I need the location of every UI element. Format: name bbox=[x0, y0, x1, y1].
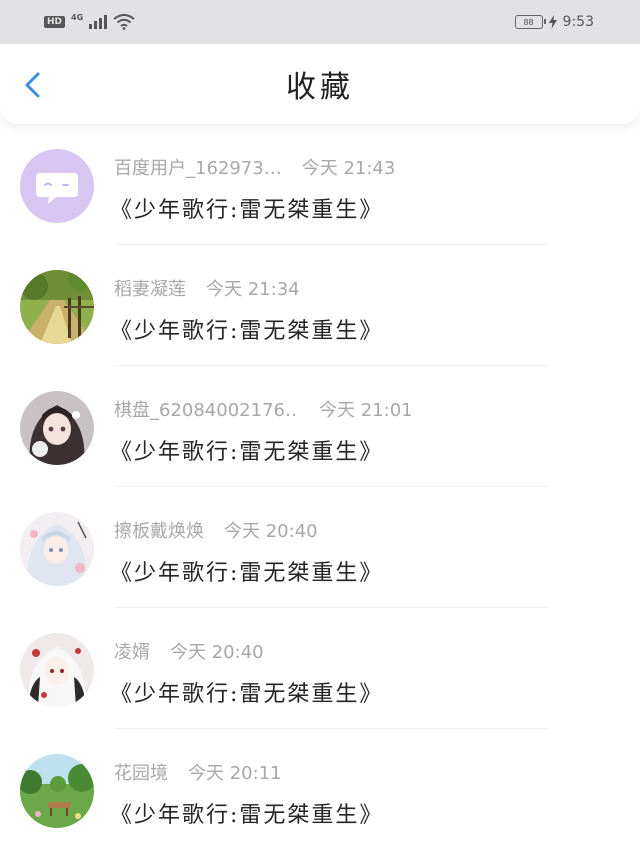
nav-header: 收藏 bbox=[0, 44, 640, 124]
garden-image bbox=[20, 754, 94, 828]
avatar[interactable] bbox=[20, 754, 94, 828]
list-item[interactable]: 百度用户_162973… 今天 21:43 《少年歌行:雷无桀重生》 bbox=[0, 124, 640, 245]
timestamp: 今天 20:40 bbox=[224, 521, 318, 542]
username[interactable]: 凌婿 bbox=[114, 638, 150, 664]
back-icon[interactable] bbox=[22, 72, 44, 98]
timestamp: 今天 21:01 bbox=[319, 400, 413, 421]
park-path-image bbox=[20, 270, 94, 344]
username[interactable]: 花园境 bbox=[114, 759, 168, 785]
book-title[interactable]: 《少年歌行:雷无桀重生》 bbox=[110, 797, 383, 829]
anime-white-hair-image bbox=[20, 633, 94, 707]
username[interactable]: 棋盘_62084002176… bbox=[114, 396, 299, 422]
timestamp: 今天 21:34 bbox=[206, 279, 300, 300]
chat-bubble-icon bbox=[36, 173, 78, 204]
network-type: 4G bbox=[71, 12, 84, 22]
battery-level: 88 bbox=[523, 17, 534, 27]
anime-girl-dark-image bbox=[20, 391, 94, 465]
timestamp: 今天 21:43 bbox=[301, 158, 396, 179]
timestamp: 今天 20:40 bbox=[170, 642, 264, 663]
book-title[interactable]: 《少年歌行:雷无桀重生》 bbox=[110, 676, 383, 708]
book-title[interactable]: 《少年歌行:雷无桀重生》 bbox=[110, 313, 383, 345]
timestamp: 今天 20:11 bbox=[188, 763, 282, 784]
list-item[interactable]: 凌婿 今天 20:40 《少年歌行:雷无桀重生》 bbox=[0, 608, 640, 729]
avatar[interactable] bbox=[20, 270, 94, 344]
anime-girl-light-image bbox=[20, 512, 94, 586]
clock: 9:53 bbox=[562, 14, 594, 30]
username[interactable]: 擦板戴焕焕 bbox=[114, 517, 204, 543]
signal-icon bbox=[89, 15, 108, 29]
avatar[interactable] bbox=[20, 149, 94, 223]
list-item[interactable]: 花园境 今天 20:11 《少年歌行:雷无桀重生》 bbox=[0, 729, 640, 850]
list-item[interactable]: 棋盘_62084002176… 今天 21:01 《少年歌行:雷无桀重生》 bbox=[0, 366, 640, 487]
avatar[interactable] bbox=[20, 633, 94, 707]
list-item[interactable]: 擦板戴焕焕 今天 20:40 《少年歌行:雷无桀重生》 bbox=[0, 487, 640, 608]
hd-badge: HD bbox=[44, 16, 66, 28]
book-title[interactable]: 《少年歌行:雷无桀重生》 bbox=[110, 434, 383, 466]
list-item[interactable]: 稻妻凝莲 今天 21:34 《少年歌行:雷无桀重生》 bbox=[0, 245, 640, 366]
username[interactable]: 百度用户_162973… bbox=[114, 154, 282, 180]
book-title[interactable]: 《少年歌行:雷无桀重生》 bbox=[110, 192, 383, 224]
wifi-icon bbox=[113, 14, 135, 30]
username[interactable]: 稻妻凝莲 bbox=[114, 275, 186, 301]
favorites-list: 百度用户_162973… 今天 21:43 《少年歌行:雷无桀重生》 稻妻凝莲 … bbox=[0, 124, 640, 850]
avatar[interactable] bbox=[20, 512, 94, 586]
book-title[interactable]: 《少年歌行:雷无桀重生》 bbox=[110, 555, 383, 587]
status-bar: HD 4G 88 9:53 bbox=[0, 0, 640, 44]
page-title: 收藏 bbox=[286, 70, 354, 105]
battery-icon: 88 bbox=[514, 15, 546, 29]
charging-icon bbox=[548, 15, 557, 29]
avatar[interactable] bbox=[20, 391, 94, 465]
